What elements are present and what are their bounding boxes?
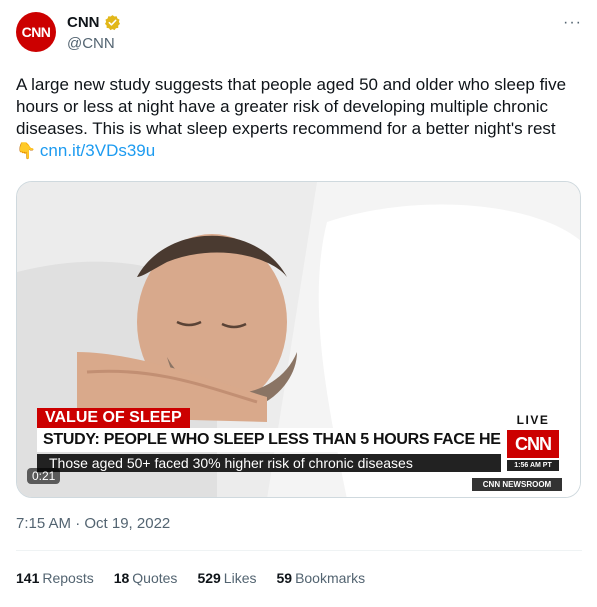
stat-likes[interactable]: 529 Likes [197,570,256,586]
handle[interactable]: @CNN [67,35,115,52]
stat-bookmarks[interactable]: 59 Bookmarks [276,570,365,586]
tweet-link[interactable]: cnn.it/3VDs39u [40,141,155,160]
segment-tag: VALUE OF SLEEP [37,408,190,428]
stat-quotes[interactable]: 18 Quotes [114,570,178,586]
display-name[interactable]: CNN [67,14,100,31]
pointing-down-emoji-icon: 👇 [16,143,36,160]
avatar-logo: CNN [21,24,51,40]
author-name-row: CNN [67,14,121,31]
stat-reposts[interactable]: 141 Reposts [16,570,94,586]
cnn-logo: CNN [507,430,559,458]
avatar[interactable]: CNN [16,12,56,52]
video-player[interactable]: VALUE OF SLEEP STUDY: PEOPLE WHO SLEEP L… [16,181,581,498]
engagement-stats: 141 Reposts 18 Quotes 529 Likes 59 Bookmarks [16,570,385,586]
tweet-body: A large new study suggests that people a… [16,75,567,138]
live-badge: LIVE [507,413,559,428]
verified-badge-icon[interactable] [104,14,121,31]
program-name: CNN NEWSROOM [472,478,562,491]
chyron-headline: STUDY: PEOPLE WHO SLEEP LESS THAN 5 HOUR… [37,428,501,452]
chyron-subline: Those aged 50+ faced 30% higher risk of … [37,454,501,472]
divider [16,550,582,551]
tweet-timestamp[interactable]: 7:15 AM · Oct 19, 2022 [16,515,170,532]
video-duration: 0:21 [27,468,61,484]
tweet-text: A large new study suggests that people a… [16,74,582,163]
more-options-icon[interactable]: ··· [563,14,582,32]
broadcast-time: 1:56 AM PT [507,460,559,471]
